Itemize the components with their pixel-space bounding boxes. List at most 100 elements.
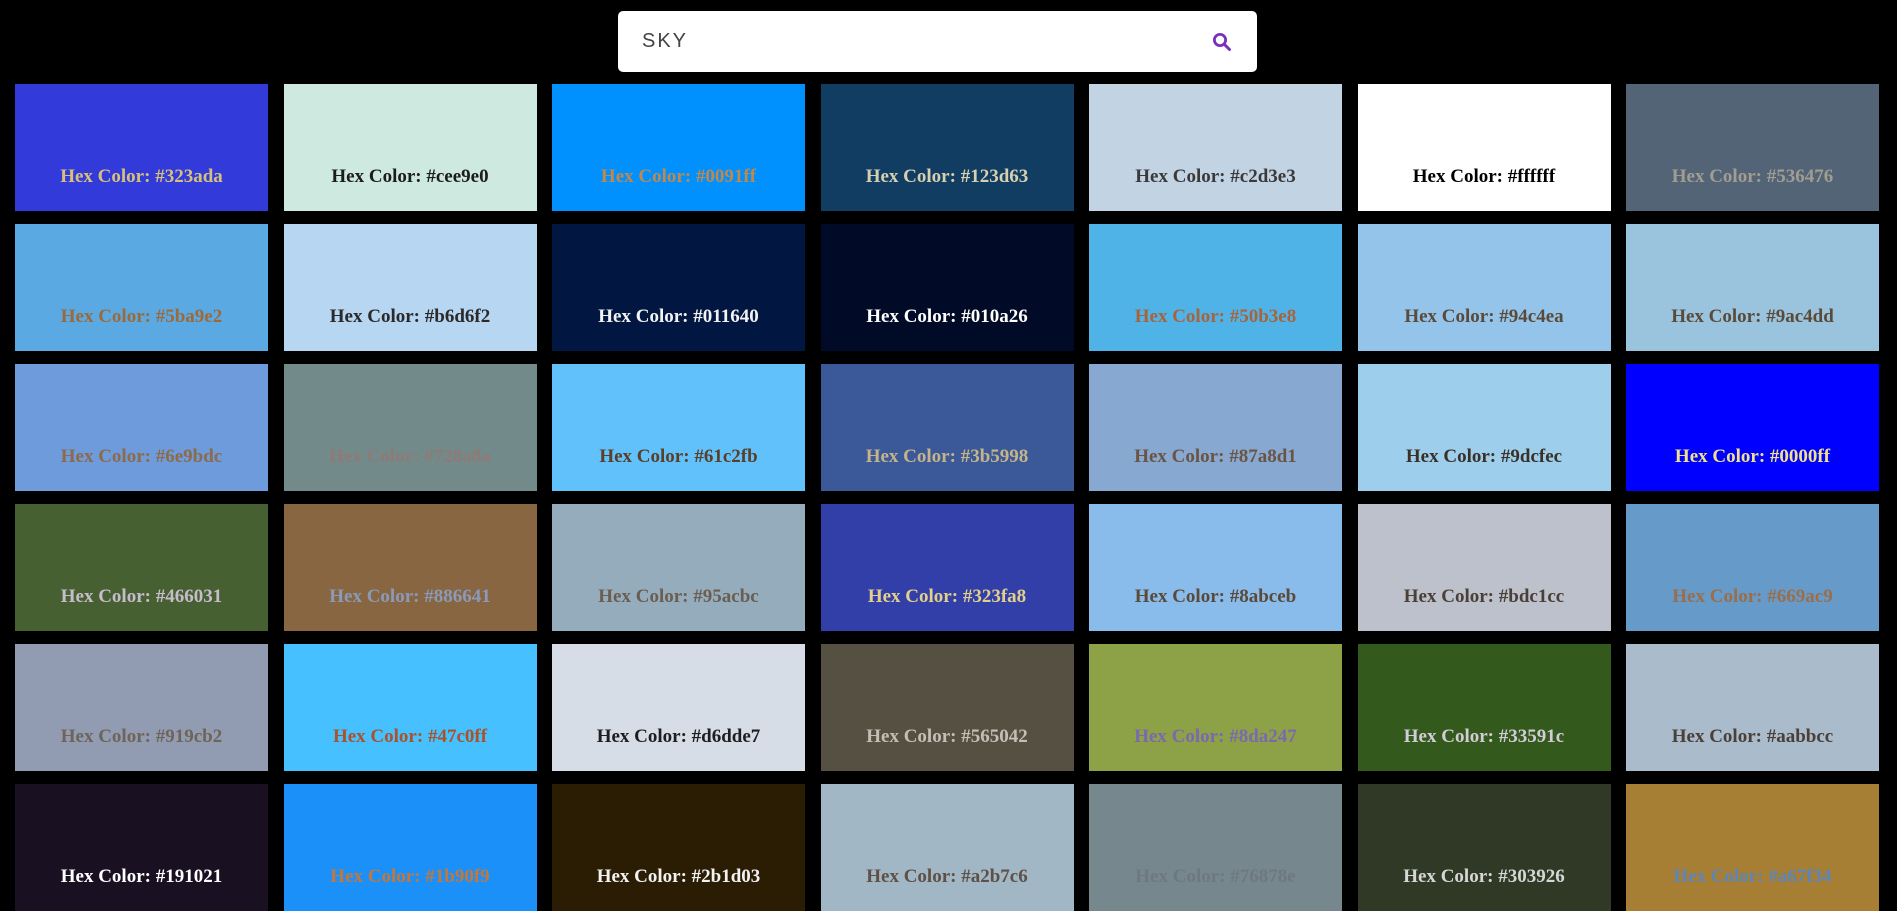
swatch-label-prefix: Hex Color:: [60, 726, 156, 747]
swatch-label: Hex Color: #aabbcc: [1626, 726, 1879, 748]
color-swatch[interactable]: Hex Color: #94c4ea: [1357, 224, 1611, 351]
swatch-label: Hex Color: #87a8d1: [1089, 446, 1342, 468]
swatch-label-prefix: Hex Color:: [596, 866, 692, 887]
search-input[interactable]: [642, 11, 1182, 72]
color-swatch[interactable]: Hex Color: #ffffff: [1357, 84, 1611, 211]
color-swatch[interactable]: Hex Color: #b6d6f2: [283, 224, 537, 351]
swatch-label-prefix: Hex Color:: [1671, 726, 1767, 747]
swatch-label-prefix: Hex Color:: [600, 166, 696, 187]
search-button[interactable]: [1207, 27, 1237, 57]
swatch-label-prefix: Hex Color:: [599, 446, 695, 467]
swatch-label: Hex Color: #cee9e0: [284, 166, 537, 188]
color-swatch[interactable]: Hex Color: #123d63: [820, 84, 1074, 211]
swatch-hex-value: #0000ff: [1769, 446, 1831, 467]
swatch-label: Hex Color: #8abceb: [1089, 586, 1342, 608]
swatch-hex-value: #2b1d03: [691, 866, 761, 887]
swatch-hex-value: #9ac4dd: [1766, 306, 1834, 327]
color-swatch[interactable]: Hex Color: #669ac9: [1626, 504, 1879, 631]
color-swatch[interactable]: Hex Color: #6e9bdc: [15, 364, 268, 491]
color-swatch[interactable]: Hex Color: #2b1d03: [552, 784, 805, 911]
swatch-label-prefix: Hex Color:: [60, 866, 156, 887]
color-swatch[interactable]: Hex Color: #323fa8: [820, 504, 1074, 631]
color-swatch[interactable]: Hex Color: #536476: [1626, 84, 1879, 211]
swatch-hex-value: #919cb2: [155, 726, 223, 747]
swatch-label-prefix: Hex Color:: [1403, 726, 1499, 747]
color-swatch[interactable]: Hex Color: #d6dde7: [552, 644, 805, 771]
swatch-label-prefix: Hex Color:: [1671, 166, 1767, 187]
swatch-label-prefix: Hex Color:: [866, 726, 962, 747]
color-swatch[interactable]: Hex Color: #8da247: [1089, 644, 1342, 771]
swatch-label-prefix: Hex Color:: [1405, 446, 1501, 467]
color-swatch[interactable]: Hex Color: #50b3e8: [1089, 224, 1342, 351]
swatch-label: Hex Color: #323fa8: [821, 586, 1074, 608]
swatch-label-prefix: Hex Color:: [866, 306, 962, 327]
color-swatch[interactable]: Hex Color: #61c2fb: [552, 364, 805, 491]
swatch-hex-value: #303926: [1498, 866, 1565, 887]
swatch-label: Hex Color: #1b90f9: [284, 866, 537, 888]
swatch-label: Hex Color: #011640: [552, 306, 805, 328]
swatch-label-prefix: Hex Color:: [598, 306, 694, 327]
color-swatch[interactable]: Hex Color: #cee9e0: [283, 84, 537, 211]
color-swatch[interactable]: Hex Color: #466031: [15, 504, 268, 631]
swatch-label: Hex Color: #565042: [821, 726, 1074, 748]
swatch-label-prefix: Hex Color:: [329, 306, 425, 327]
search-bar: [618, 11, 1257, 72]
swatch-label: Hex Color: #919cb2: [15, 726, 268, 748]
color-swatch[interactable]: Hex Color: #3b5998: [820, 364, 1074, 491]
color-swatch[interactable]: Hex Color: #aabbcc: [1626, 644, 1879, 771]
color-swatch[interactable]: Hex Color: #303926: [1357, 784, 1611, 911]
swatch-hex-value: #323fa8: [962, 586, 1027, 607]
swatch-label-prefix: Hex Color:: [60, 306, 156, 327]
swatch-hex-value: #76878e: [1230, 866, 1296, 887]
swatch-hex-value: #565042: [961, 726, 1028, 747]
swatch-hex-value: #1b90f9: [425, 866, 490, 887]
color-swatch[interactable]: Hex Color: #a67f34: [1626, 784, 1879, 911]
color-swatch[interactable]: Hex Color: #33591c: [1357, 644, 1611, 771]
color-swatch[interactable]: Hex Color: #565042: [820, 644, 1074, 771]
color-swatch[interactable]: Hex Color: #728a8a: [283, 364, 537, 491]
swatch-label: Hex Color: #ffffff: [1358, 166, 1611, 188]
color-swatch[interactable]: Hex Color: #8abceb: [1089, 504, 1342, 631]
color-swatch[interactable]: Hex Color: #a2b7c6: [820, 784, 1074, 911]
color-swatch[interactable]: Hex Color: #886641: [283, 504, 537, 631]
swatch-label: Hex Color: #010a26: [821, 306, 1074, 328]
swatch-label: Hex Color: #9dcfec: [1358, 446, 1611, 468]
color-swatch[interactable]: Hex Color: #9ac4dd: [1626, 224, 1879, 351]
swatch-hex-value: #b6d6f2: [424, 306, 491, 327]
color-swatch[interactable]: Hex Color: #47c0ff: [283, 644, 537, 771]
swatch-label: Hex Color: #669ac9: [1626, 586, 1879, 608]
swatch-label: Hex Color: #6e9bdc: [15, 446, 268, 468]
color-swatch[interactable]: Hex Color: #0000ff: [1626, 364, 1879, 491]
swatch-hex-value: #466031: [155, 586, 223, 607]
color-swatch[interactable]: Hex Color: #9dcfec: [1357, 364, 1611, 491]
color-swatch[interactable]: Hex Color: #0091ff: [552, 84, 805, 211]
color-swatch[interactable]: Hex Color: #95acbc: [552, 504, 805, 631]
swatch-hex-value: #95acbc: [693, 586, 759, 607]
swatch-label: Hex Color: #8da247: [1089, 726, 1342, 748]
color-swatch[interactable]: Hex Color: #76878e: [1089, 784, 1342, 911]
swatch-label-prefix: Hex Color:: [1674, 446, 1770, 467]
swatch-hex-value: #536476: [1766, 166, 1834, 187]
color-swatch[interactable]: Hex Color: #010a26: [820, 224, 1074, 351]
color-swatch[interactable]: Hex Color: #323ada: [15, 84, 268, 211]
color-swatch[interactable]: Hex Color: #5ba9e2: [15, 224, 268, 351]
color-swatch[interactable]: Hex Color: #1b90f9: [283, 784, 537, 911]
color-swatch[interactable]: Hex Color: #919cb2: [15, 644, 268, 771]
color-swatch[interactable]: Hex Color: #c2d3e3: [1089, 84, 1342, 211]
swatch-label-prefix: Hex Color:: [332, 726, 428, 747]
swatch-hex-value: #aabbcc: [1766, 726, 1834, 747]
color-swatch[interactable]: Hex Color: #87a8d1: [1089, 364, 1342, 491]
swatch-label-prefix: Hex Color:: [330, 866, 426, 887]
swatch-label: Hex Color: #94c4ea: [1358, 306, 1611, 328]
color-swatch[interactable]: Hex Color: #191021: [15, 784, 268, 911]
color-swatch[interactable]: Hex Color: #011640: [552, 224, 805, 351]
swatch-label-prefix: Hex Color:: [596, 726, 692, 747]
color-grid: Hex Color: #323ada Hex Color: #cee9e0 Hex …: [15, 84, 1879, 911]
swatch-hex-value: #87a8d1: [1229, 446, 1297, 467]
swatch-label: Hex Color: #a2b7c6: [821, 866, 1074, 888]
swatch-label: Hex Color: #5ba9e2: [15, 306, 268, 328]
swatch-hex-value: #94c4ea: [1499, 306, 1564, 327]
swatch-label: Hex Color: #d6dde7: [552, 726, 805, 748]
color-swatch[interactable]: Hex Color: #bdc1cc: [1357, 504, 1611, 631]
swatch-label: Hex Color: #466031: [15, 586, 268, 608]
